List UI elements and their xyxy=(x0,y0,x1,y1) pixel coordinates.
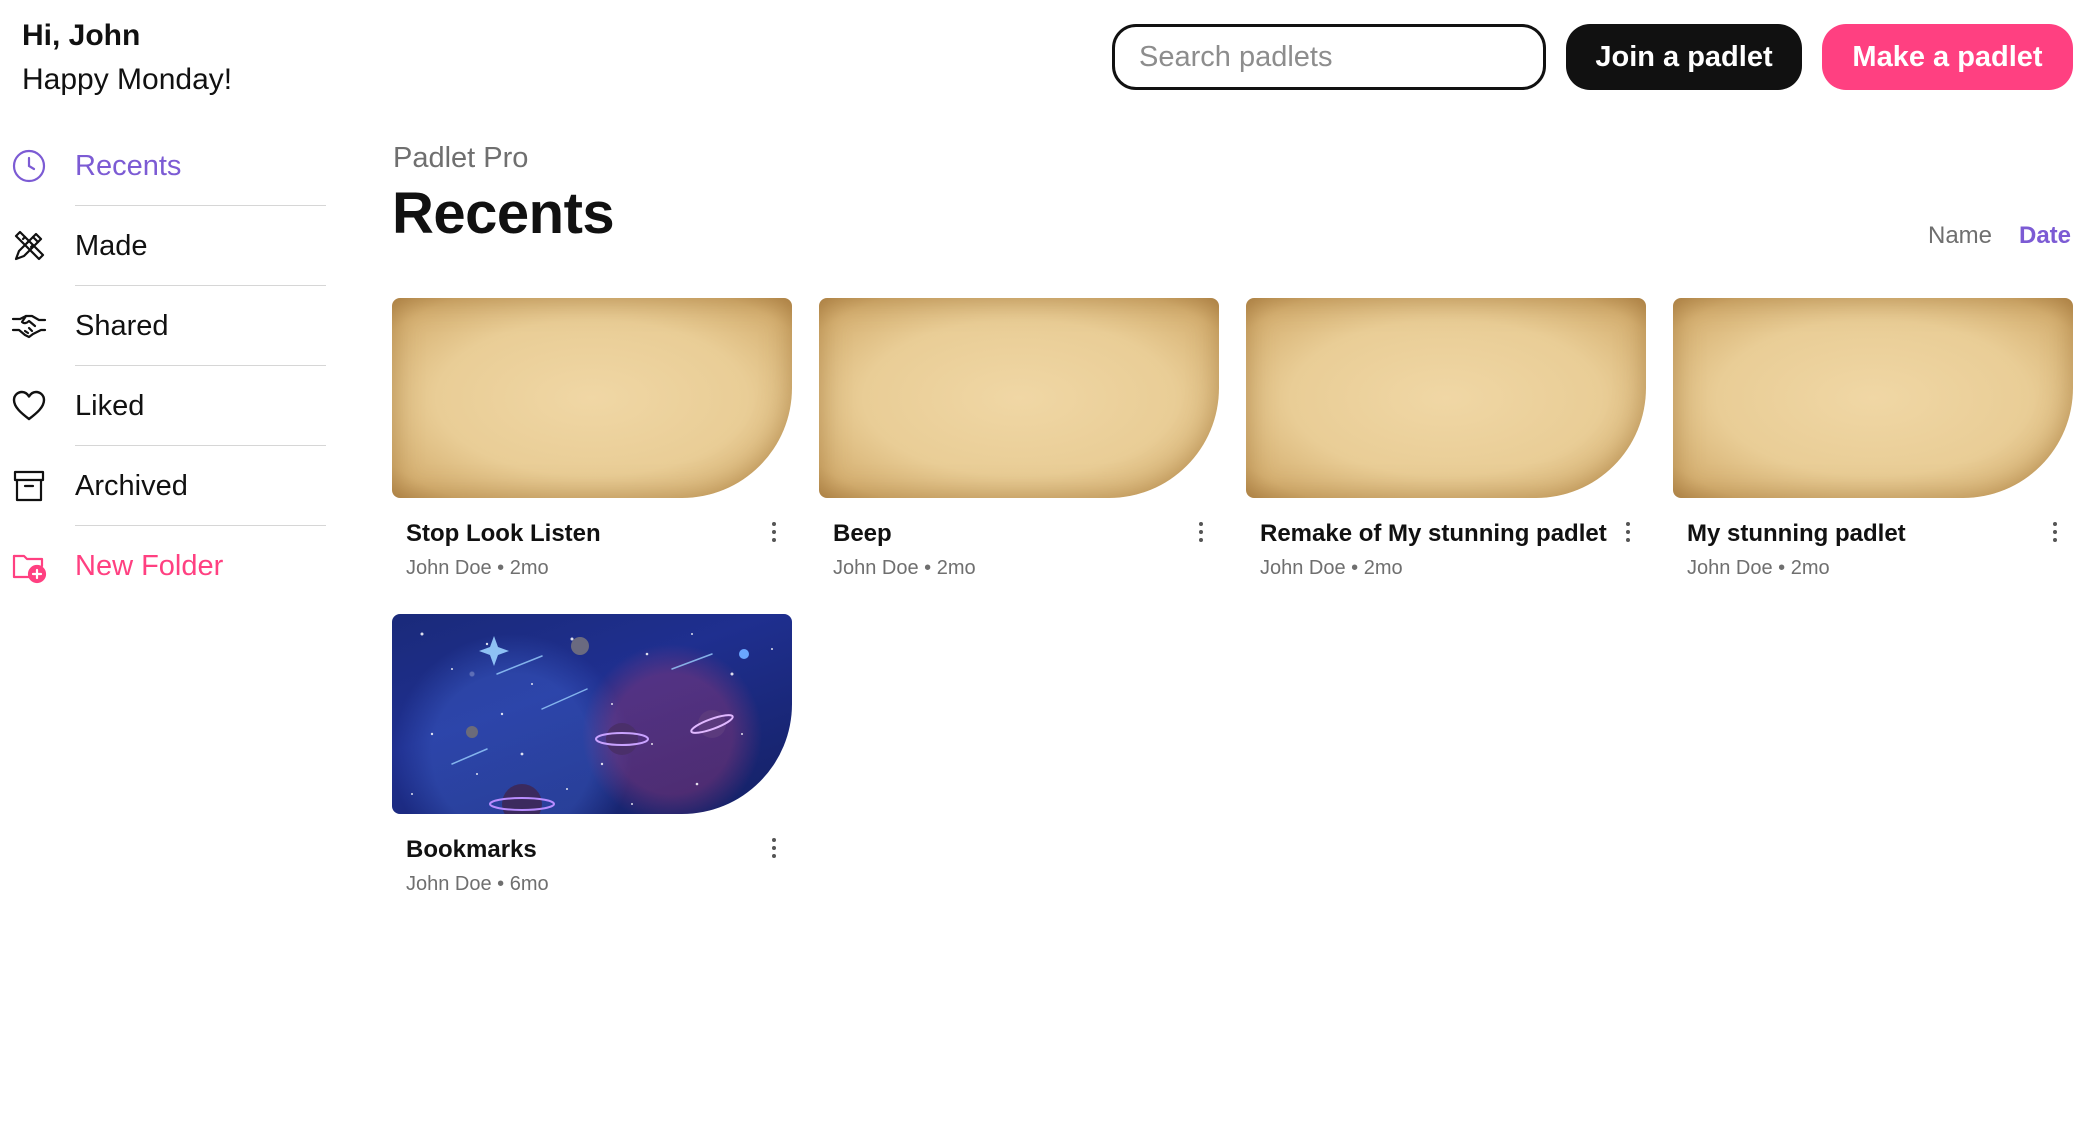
pencil-ruler-icon xyxy=(11,228,47,264)
padlet-card[interactable]: Bookmarks John Doe • 6mo xyxy=(392,614,792,914)
more-options-icon[interactable] xyxy=(2045,517,2065,547)
sort-by-name[interactable]: Name xyxy=(1928,222,1992,250)
sidebar-item-label: Liked xyxy=(75,389,145,422)
greeting-day: Happy Monday! xyxy=(22,63,233,96)
make-padlet-button[interactable]: Make a padlet xyxy=(1822,24,2073,90)
padlet-thumbnail xyxy=(392,298,792,498)
sidebar-item-recents[interactable]: Recents xyxy=(0,126,330,206)
sidebar-item-label: Recents xyxy=(75,149,182,182)
more-options-icon[interactable] xyxy=(1618,517,1638,547)
sort-by-date[interactable]: Date xyxy=(2019,222,2071,250)
padlet-thumbnail xyxy=(1246,298,1646,498)
greeting-name: Hi, John xyxy=(22,19,141,52)
padlet-title: Remake of My stunning padlet xyxy=(1260,520,1607,547)
padlet-card[interactable]: My stunning padlet John Doe • 2mo xyxy=(1673,298,2073,598)
sidebar-item-archived[interactable]: Archived xyxy=(0,446,330,526)
sidebar-item-shared[interactable]: Shared xyxy=(0,286,330,366)
more-options-icon[interactable] xyxy=(764,517,784,547)
padlet-meta: John Doe • 2mo xyxy=(833,557,976,579)
dashboard-page: Hi, John Happy Monday! Join a padlet Mak… xyxy=(0,0,2095,1139)
sidebar-item-made[interactable]: Made xyxy=(0,206,330,286)
join-padlet-button[interactable]: Join a padlet xyxy=(1566,24,1802,90)
padlet-title: Beep xyxy=(833,520,892,547)
page-title: Recents xyxy=(392,181,615,246)
padlet-card[interactable]: Beep John Doe • 2mo xyxy=(819,298,1219,598)
padlet-thumbnail xyxy=(392,614,792,814)
greeting: Hi, John Happy Monday! xyxy=(22,16,232,102)
clock-icon xyxy=(11,148,47,184)
padlet-meta: John Doe • 2mo xyxy=(406,557,549,579)
more-options-icon[interactable] xyxy=(1191,517,1211,547)
padlet-meta: John Doe • 2mo xyxy=(1687,557,1830,579)
new-folder-icon xyxy=(11,548,47,584)
padlet-meta: John Doe • 2mo xyxy=(1260,557,1403,579)
padlet-card[interactable]: Remake of My stunning padlet John Doe • … xyxy=(1246,298,1646,598)
padlet-thumbnail xyxy=(1673,298,2073,498)
padlet-title: Bookmarks xyxy=(406,836,537,863)
sidebar: Recents Made Shared Liked Archived New F… xyxy=(0,126,330,606)
padlet-thumbnail xyxy=(819,298,1219,498)
space-illustration xyxy=(411,632,773,814)
sidebar-item-label: New Folder xyxy=(75,549,224,582)
padlet-title: My stunning padlet xyxy=(1687,520,1906,547)
more-options-icon[interactable] xyxy=(764,833,784,863)
sidebar-item-new-folder[interactable]: New Folder xyxy=(0,526,330,606)
handshake-icon xyxy=(11,308,47,344)
search-input[interactable] xyxy=(1139,40,1519,74)
archive-box-icon xyxy=(11,468,47,504)
padlet-title: Stop Look Listen xyxy=(406,520,601,547)
section-kicker: Padlet Pro xyxy=(393,142,529,174)
padlet-meta: John Doe • 6mo xyxy=(406,873,549,895)
sidebar-item-label: Archived xyxy=(75,469,188,502)
search-box[interactable] xyxy=(1112,24,1546,90)
heart-icon xyxy=(11,388,47,424)
sidebar-item-liked[interactable]: Liked xyxy=(0,366,330,446)
sidebar-item-label: Shared xyxy=(75,309,169,342)
padlet-card[interactable]: Stop Look Listen John Doe • 2mo xyxy=(392,298,792,598)
sidebar-item-label: Made xyxy=(75,229,148,262)
